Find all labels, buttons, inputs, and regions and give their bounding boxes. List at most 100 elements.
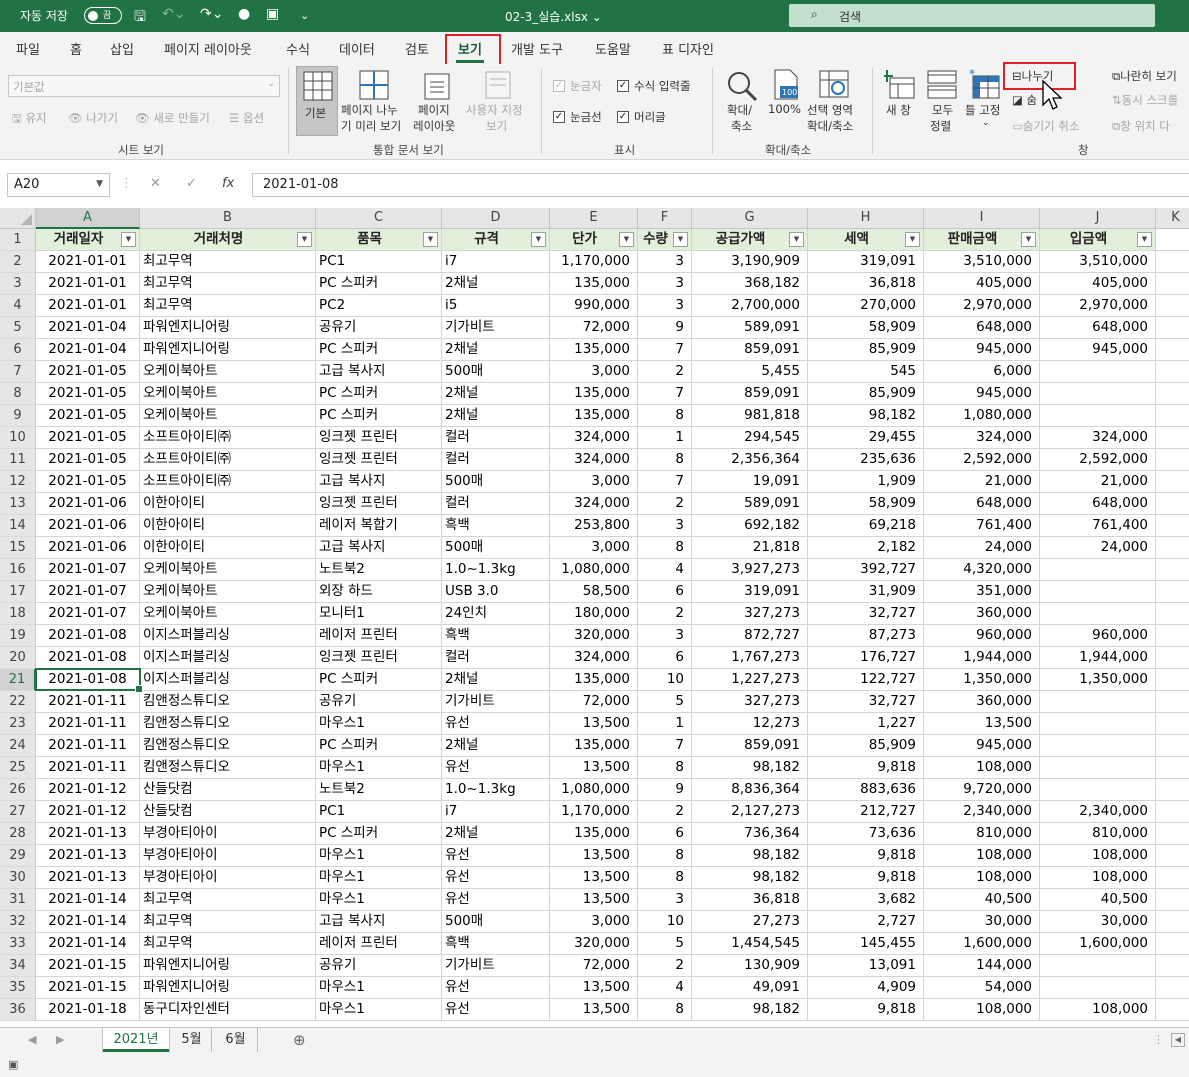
table-cell[interactable]: 1,350,000 bbox=[924, 669, 1040, 691]
table-cell[interactable]: 파워엔지니어링 bbox=[140, 977, 316, 999]
table-cell[interactable]: 405,000 bbox=[1040, 273, 1156, 295]
table-cell[interactable]: 컬러 bbox=[442, 449, 550, 471]
row-header[interactable]: 33 bbox=[0, 933, 36, 955]
table-cell[interactable]: 9,818 bbox=[808, 845, 924, 867]
filter-dropdown-icon[interactable]: ▼ bbox=[423, 232, 438, 247]
filter-dropdown-icon[interactable]: ▼ bbox=[531, 232, 546, 247]
name-box[interactable]: A20 ▼ bbox=[7, 173, 110, 197]
keep-button[interactable]: 🖫 유지 bbox=[12, 110, 47, 130]
table-cell[interactable]: 545 bbox=[808, 361, 924, 383]
table-cell[interactable]: 7 bbox=[638, 471, 692, 493]
table-cell[interactable]: 기가비트 bbox=[442, 691, 550, 713]
table-cell[interactable]: PC 스피커 bbox=[316, 823, 442, 845]
table-cell[interactable]: 3,000 bbox=[550, 911, 638, 933]
row-header[interactable]: 20 bbox=[0, 647, 36, 669]
table-cell[interactable]: PC 스피커 bbox=[316, 339, 442, 361]
table-cell[interactable]: 2021-01-08 bbox=[36, 647, 140, 669]
customize-qat-icon[interactable]: ⌄ bbox=[300, 9, 309, 22]
table-cell[interactable]: 2021-01-11 bbox=[36, 691, 140, 713]
table-cell[interactable]: 2021-01-13 bbox=[36, 867, 140, 889]
unhide-button[interactable]: ▭숨기기 취소 bbox=[1012, 118, 1079, 134]
enter-icon[interactable]: ✓ bbox=[186, 176, 197, 191]
table-cell[interactable]: 2021-01-06 bbox=[36, 493, 140, 515]
empty-cell[interactable] bbox=[1156, 251, 1189, 273]
table-cell[interactable]: 2021-01-04 bbox=[36, 339, 140, 361]
table-cell[interactable]: 2 bbox=[638, 603, 692, 625]
filter-dropdown-icon[interactable]: ▼ bbox=[673, 232, 688, 247]
table-cell[interactable]: 2021-01-12 bbox=[36, 801, 140, 823]
table-cell[interactable]: 85,909 bbox=[808, 339, 924, 361]
sheet-tab-june[interactable]: 6월 bbox=[214, 1028, 258, 1052]
column-header[interactable]: A bbox=[36, 208, 140, 229]
table-cell[interactable]: 9,818 bbox=[808, 757, 924, 779]
sheet-tab-may[interactable]: 5월 bbox=[172, 1028, 212, 1052]
table-cell[interactable]: 73,636 bbox=[808, 823, 924, 845]
table-cell[interactable]: 13,500 bbox=[550, 757, 638, 779]
table-cell[interactable]: 500매 bbox=[442, 471, 550, 493]
row-header[interactable]: 26 bbox=[0, 779, 36, 801]
table-cell[interactable]: 960,000 bbox=[924, 625, 1040, 647]
table-cell[interactable]: 13,500 bbox=[550, 867, 638, 889]
table-cell[interactable]: 1,227,273 bbox=[692, 669, 808, 691]
table-cell[interactable]: 981,818 bbox=[692, 405, 808, 427]
table-cell[interactable]: 692,182 bbox=[692, 515, 808, 537]
table-cell[interactable]: 85,909 bbox=[808, 383, 924, 405]
row-header[interactable]: 12 bbox=[0, 471, 36, 493]
table-cell[interactable]: 1,944,000 bbox=[1040, 647, 1156, 669]
table-cell[interactable]: 135,000 bbox=[550, 273, 638, 295]
table-cell[interactable]: 이한아이티 bbox=[140, 493, 316, 515]
table-cell[interactable]: 2021-01-05 bbox=[36, 383, 140, 405]
table-cell[interactable]: 2채널 bbox=[442, 273, 550, 295]
table-cell[interactable]: 유선 bbox=[442, 867, 550, 889]
table-cell[interactable]: 589,091 bbox=[692, 493, 808, 515]
table-cell[interactable]: 176,727 bbox=[808, 647, 924, 669]
hide-button[interactable]: ◪ 숨 bbox=[1012, 92, 1037, 108]
empty-cell[interactable] bbox=[1156, 339, 1189, 361]
row-header[interactable]: 22 bbox=[0, 691, 36, 713]
filter-dropdown-icon[interactable]: ▼ bbox=[619, 232, 634, 247]
table-cell[interactable]: 공유기 bbox=[316, 317, 442, 339]
table-cell[interactable]: 1,767,273 bbox=[692, 647, 808, 669]
table-cell[interactable]: 500매 bbox=[442, 537, 550, 559]
filter-dropdown-icon[interactable]: ▼ bbox=[789, 232, 804, 247]
table-cell[interactable]: 13,500 bbox=[924, 713, 1040, 735]
table-cell[interactable]: 2채널 bbox=[442, 339, 550, 361]
table-cell[interactable]: 212,727 bbox=[808, 801, 924, 823]
table-cell[interactable]: 8 bbox=[638, 999, 692, 1021]
table-cell[interactable]: 8 bbox=[638, 405, 692, 427]
table-cell[interactable]: 오케이북아트 bbox=[140, 581, 316, 603]
table-cell[interactable]: 40,500 bbox=[924, 889, 1040, 911]
table-cell[interactable]: 180,000 bbox=[550, 603, 638, 625]
table-cell[interactable] bbox=[1040, 559, 1156, 581]
table-cell[interactable]: 85,909 bbox=[808, 735, 924, 757]
sheet-tab-2021[interactable]: 2021년 bbox=[103, 1028, 169, 1052]
table-cell[interactable]: 2 bbox=[638, 955, 692, 977]
table-cell[interactable]: 이한아이티 bbox=[140, 537, 316, 559]
tab-splitter-icon[interactable]: ⋮ bbox=[1153, 1033, 1164, 1046]
empty-cell[interactable] bbox=[1156, 317, 1189, 339]
table-cell[interactable]: PC2 bbox=[316, 295, 442, 317]
table-header-cell[interactable]: 세액 ▼ bbox=[808, 229, 924, 251]
table-cell[interactable]: 58,909 bbox=[808, 493, 924, 515]
table-cell[interactable]: 392,727 bbox=[808, 559, 924, 581]
table-cell[interactable]: 761,400 bbox=[1040, 515, 1156, 537]
table-cell[interactable]: PC 스피커 bbox=[316, 669, 442, 691]
table-cell[interactable]: 컬러 bbox=[442, 493, 550, 515]
sheet-view-combo[interactable]: 기본값 ⌄ bbox=[8, 75, 280, 97]
table-cell[interactable]: 고급 복사지 bbox=[316, 361, 442, 383]
table-cell[interactable]: 2,970,000 bbox=[924, 295, 1040, 317]
table-cell[interactable]: USB 3.0 bbox=[442, 581, 550, 603]
empty-cell[interactable] bbox=[1156, 229, 1189, 251]
table-cell[interactable]: 2021-01-07 bbox=[36, 559, 140, 581]
table-cell[interactable]: 58,909 bbox=[808, 317, 924, 339]
tab-data[interactable]: 데이터 bbox=[339, 39, 375, 58]
row-header[interactable]: 2 bbox=[0, 251, 36, 273]
table-header-cell[interactable]: 규격 ▼ bbox=[442, 229, 550, 251]
table-header-cell[interactable]: 공급가액 ▼ bbox=[692, 229, 808, 251]
table-cell[interactable]: 4,320,000 bbox=[924, 559, 1040, 581]
table-cell[interactable]: 368,182 bbox=[692, 273, 808, 295]
tab-page-layout[interactable]: 페이지 레이아웃 bbox=[164, 39, 252, 58]
table-cell[interactable]: 945,000 bbox=[924, 383, 1040, 405]
table-cell[interactable]: 마우스1 bbox=[316, 889, 442, 911]
options-button[interactable]: ☰ 옵션 bbox=[229, 110, 264, 126]
